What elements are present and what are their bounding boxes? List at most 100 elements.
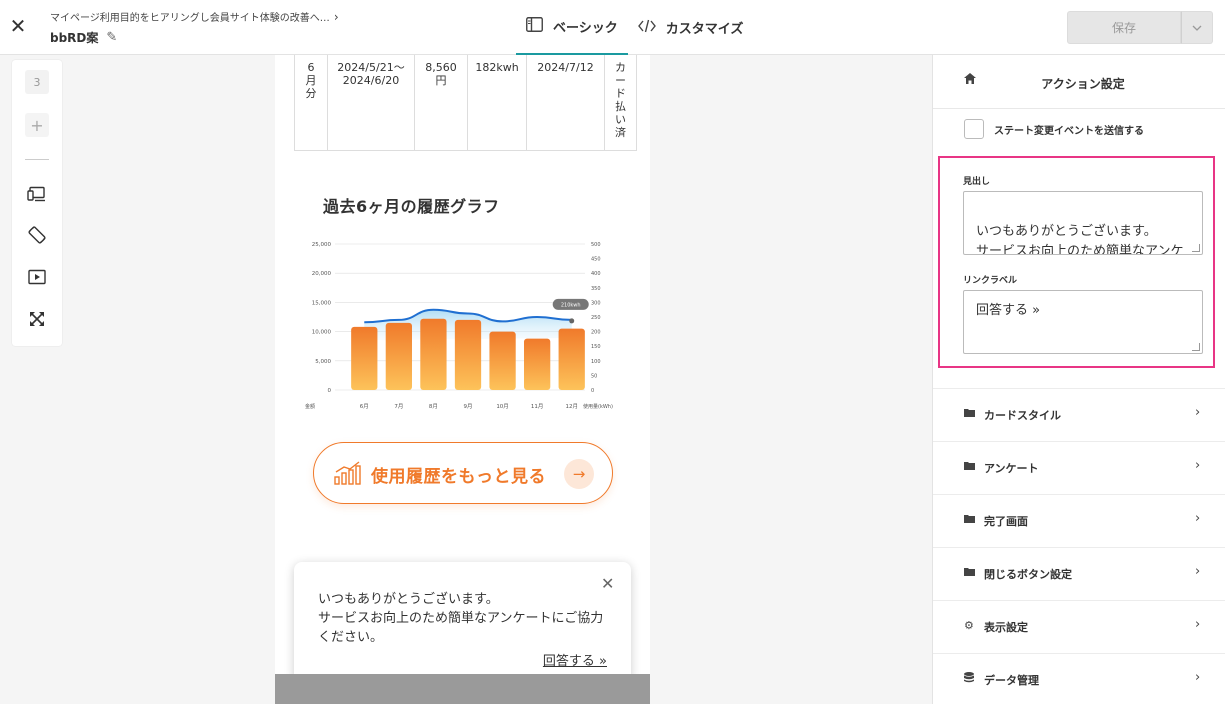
bar-chart-icon [334,461,361,485]
link-label-textarea[interactable]: 回答する » [963,290,1203,354]
project-title: bbRD案 ✎ [50,29,117,46]
chevron-right-icon: › [1195,670,1201,685]
tab-customize[interactable]: カスタマイズ [628,0,754,55]
y-right-tick: 450 [591,257,601,263]
popup-answer-link[interactable]: 回答する » [543,650,607,669]
chart-bar [351,326,378,390]
section-label: 閉じるボタン設定 [984,568,1072,581]
state-event-option: ステート変更イベントを送信する [964,119,1144,139]
x-label-left: 金額 [305,403,315,410]
usage-history-button[interactable]: 使用履歴をもっと見る → [313,442,613,504]
page-number-button[interactable]: 3 [25,70,49,94]
section-label: 完了画面 [984,515,1028,528]
layout-icon [526,17,543,36]
devices-icon[interactable] [25,182,49,206]
x-tick-label: 9月 [464,403,473,410]
save-button[interactable]: 保存 [1067,11,1181,44]
pencil-icon[interactable]: ✎ [106,30,117,45]
add-page-button[interactable]: + [25,113,49,137]
tab-customize-label: カスタマイズ [665,22,744,37]
y-right-tick: 200 [591,330,601,336]
tooltip-dot [569,318,575,324]
chevron-right-icon: › [1195,564,1201,579]
x-tick-label: 10月 [496,403,509,410]
y-left-tick: 25,000 [312,242,332,248]
bill-date: 2024/7/12 [537,61,594,74]
chevron-right-icon: › [1195,458,1201,473]
survey-popup: ✕ いつもありがとうございます。 サービスお向上のため簡単なアンケートにご協力く… [294,562,631,683]
section-display-settings[interactable]: ⚙ 表示設定 › [933,600,1225,653]
action-settings-panel: アクション設定 ステート変更イベントを送信する 見出し いつもありがとうございま… [932,55,1225,704]
project-name: bbRD案 [50,31,99,45]
preview-canvas: 6 月 分 2024/5/21〜 2024/6/20 8,560 円 182kw… [275,55,650,704]
close-icon[interactable]: ✕ [6,14,30,38]
headline-textarea[interactable]: いつもありがとうございます。 サービスお向上のため簡単なアンケートにご協力くださ… [963,191,1203,255]
headline-value: いつもありがとうございます。 サービスお向上のため簡単なアンケートにご協力くださ… [976,224,1184,255]
y-right-tick: 250 [591,315,601,321]
breadcrumb-text: マイページ利用目的をヒアリングし会員サイト体験の改善へ… [50,13,330,24]
folder-icon [964,460,975,473]
y-right-tick: 300 [591,300,601,306]
state-event-checkbox[interactable] [964,119,984,139]
popup-text: いつもありがとうございます。 サービスお向上のため簡単なアンケートにご協力くださ… [318,592,604,645]
database-icon [964,672,974,686]
x-tick-label: 7月 [394,403,403,410]
table-row: 6 月 分 2024/5/21〜 2024/6/20 8,560 円 182kw… [294,55,637,151]
chevron-right-icon: › [1195,511,1201,526]
section-data-management[interactable]: データ管理 › [933,653,1225,704]
y-left-tick: 10,000 [312,330,332,336]
play-icon[interactable] [25,265,49,289]
bill-period: 2024/5/21〜 2024/6/20 [337,61,405,87]
chart-bar [420,318,447,390]
billing-table: 6 月 分 2024/5/21〜 2024/6/20 8,560 円 182kw… [294,55,637,151]
chevron-down-icon[interactable] [1181,11,1213,44]
y-left-tick: 15,000 [312,300,332,306]
state-event-label: ステート変更イベントを送信する [994,125,1144,137]
bill-month: 6 月 分 [305,61,317,100]
breadcrumb[interactable]: マイページ利用目的をヒアリングし会員サイト体験の改善へ… › [50,9,339,25]
x-tick-label: 8月 [429,403,438,410]
top-bar: ✕ マイページ利用目的をヒアリングし会員サイト体験の改善へ… › bbRD案 ✎… [0,0,1225,55]
graph-title: 過去6ヶ月の履歴グラフ [323,197,500,216]
usage-history-label: 使用履歴をもっと見る [371,467,546,487]
x-tick-label: 6月 [360,403,369,410]
section-close-button-settings[interactable]: 閉じるボタン設定 › [933,547,1225,600]
bill-usage: 182kwh [475,61,519,74]
arrow-right-icon: → [564,459,594,489]
chart-bar [489,331,516,390]
left-toolbar: 3 + [12,60,62,346]
chevron-right-icon: › [1195,405,1201,420]
section-card-style[interactable]: カードスタイル › [933,388,1225,441]
y-right-tick: 500 [591,242,601,248]
bill-amount: 8,560 円 [425,61,457,87]
panel-header: アクション設定 [933,55,1225,109]
y-left-tick: 20,000 [312,271,332,277]
bill-status: カ ー ド 払 い 済 [615,61,626,139]
mode-tabs: ベーシック カスタマイズ [516,0,753,55]
chart-bar [454,319,482,390]
panel-title: アクション設定 [1041,77,1125,91]
resize-handle[interactable] [1192,244,1200,252]
folder-icon [964,407,975,420]
section-label: データ管理 [984,674,1039,687]
section-survey[interactable]: アンケート › [933,441,1225,494]
chart-bar [385,322,412,390]
y-right-tick: 350 [591,286,601,292]
link-label-label: リンクラベル [963,276,1018,286]
section-completion-screen[interactable]: 完了画面 › [933,494,1225,547]
tab-basic[interactable]: ベーシック [516,0,628,55]
y-right-tick: 400 [591,271,601,277]
folder-icon [964,513,975,526]
y-left-tick: 0 [328,388,332,394]
y-right-tick: 0 [591,388,594,394]
folder-icon [964,566,975,579]
expand-icon[interactable] [25,307,49,331]
y-left-tick: 5,000 [315,359,331,365]
x-label-right: 使用量(kWh) [583,403,613,410]
resize-handle[interactable] [1192,343,1200,351]
y-right-tick: 150 [591,344,601,350]
toolbar-divider [25,159,49,160]
rotate-icon[interactable] [25,223,49,247]
tooltip-text: 210kwh [561,302,581,308]
chart-bar [524,338,551,390]
